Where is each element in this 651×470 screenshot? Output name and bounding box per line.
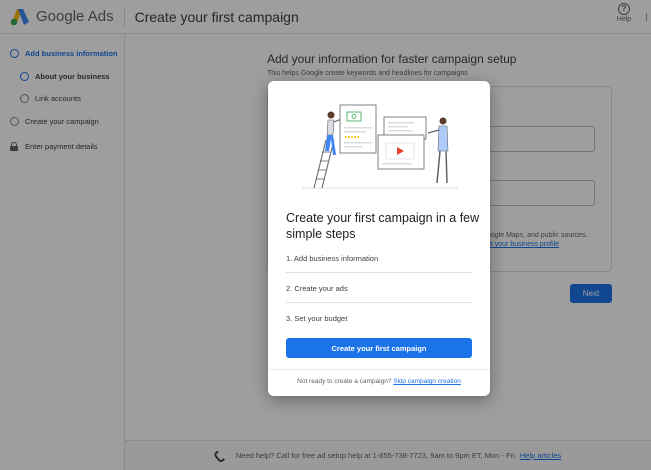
not-ready-text: Not ready to create a campaign? bbox=[297, 378, 392, 385]
divider bbox=[286, 272, 472, 273]
divider bbox=[286, 302, 472, 303]
dialog-step-item: 1. Add business information bbox=[286, 254, 379, 263]
dialog-title: Create your first campaign in a few simp… bbox=[286, 211, 480, 241]
create-first-campaign-button[interactable]: Create your first campaign bbox=[286, 338, 472, 358]
campaign-setup-illustration bbox=[302, 104, 458, 189]
divider bbox=[268, 369, 490, 370]
skip-campaign-creation-link[interactable]: Skip campaign creation bbox=[393, 378, 461, 385]
create-campaign-dialog: Create your first campaign in a few simp… bbox=[268, 81, 490, 396]
dialog-step-item: 2. Create your ads bbox=[286, 284, 348, 293]
dialog-footer: Not ready to create a campaign? Skip cam… bbox=[268, 378, 490, 385]
dialog-step-item: 3. Set your budget bbox=[286, 314, 348, 323]
